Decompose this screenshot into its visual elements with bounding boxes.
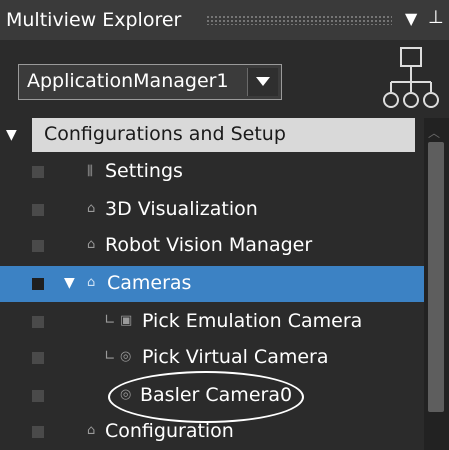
- window-title: Multiview Explorer: [6, 9, 182, 31]
- tree-branch-icon: ∟: [104, 312, 116, 328]
- tree-item-label: Settings: [105, 160, 183, 182]
- tree-item-label: 3D Visualization: [105, 198, 258, 220]
- dropdown-arrow-icon[interactable]: ▼: [405, 9, 417, 28]
- tree-item-pick-virtual-camera[interactable]: ∟ ◎ Pick Virtual Camera: [0, 340, 424, 376]
- tree-header-configurations[interactable]: Configurations and Setup: [32, 118, 415, 152]
- tree-item-label: Robot Vision Manager: [105, 234, 313, 256]
- pin-icon[interactable]: ⊥: [428, 7, 444, 28]
- row-marker: [32, 426, 44, 438]
- tree-item-label: Cameras: [107, 272, 192, 294]
- tree-item-label: Configuration: [105, 420, 234, 442]
- row-marker: [32, 204, 44, 216]
- application-manager-value: ApplicationManager1: [27, 70, 229, 92]
- expand-arrow-icon[interactable]: ▼: [64, 275, 75, 291]
- scrollbar-thumb[interactable]: [428, 142, 444, 412]
- row-marker: [32, 352, 44, 364]
- virtual-camera-icon: ◎: [120, 387, 132, 402]
- folder-icon: ⌂: [87, 423, 96, 438]
- collapse-arrow-icon[interactable]: ▼: [6, 127, 17, 143]
- row-marker: [32, 390, 44, 402]
- tree-item-cameras[interactable]: ▼ ⌂ Cameras: [0, 266, 424, 302]
- select-dropdown-button[interactable]: [247, 68, 278, 96]
- camera-image-icon: ▣: [120, 313, 133, 328]
- folder-icon: ⌂: [87, 201, 96, 216]
- tree-item-label: Basler Camera0: [140, 384, 293, 406]
- title-grip[interactable]: [206, 15, 392, 25]
- scroll-up-icon[interactable]: ︿: [428, 124, 440, 141]
- hierarchy-view-icon[interactable]: [381, 46, 441, 114]
- folder-icon: ⌂: [87, 275, 96, 290]
- tree-item-pick-emulation-camera[interactable]: ∟ ▣ Pick Emulation Camera: [0, 304, 424, 340]
- tree-item-configuration[interactable]: ⌂ Configuration: [0, 414, 424, 450]
- chevron-down-icon: [256, 77, 270, 86]
- row-marker: [32, 166, 44, 178]
- tree-branch-icon: ∟: [104, 348, 116, 364]
- sliders-icon: ⫼: [87, 164, 93, 179]
- row-marker: [32, 316, 44, 328]
- tree-item-settings[interactable]: ⫼ Settings: [0, 154, 424, 190]
- tree-item-robot-vision-manager[interactable]: ⌂ Robot Vision Manager: [0, 228, 424, 264]
- virtual-camera-icon: ◎: [120, 349, 132, 364]
- folder-icon: ⌂: [87, 237, 96, 252]
- row-marker: [32, 240, 44, 252]
- tree-item-label: Pick Virtual Camera: [142, 346, 329, 368]
- row-marker: [32, 278, 44, 290]
- tree-item-3d-visualization[interactable]: ⌂ 3D Visualization: [0, 192, 424, 228]
- tree-item-basler-camera0[interactable]: ◎ Basler Camera0: [0, 378, 424, 414]
- application-manager-select[interactable]: ApplicationManager1: [18, 64, 282, 100]
- tree-item-label: Pick Emulation Camera: [142, 310, 363, 332]
- tree-header-label: Configurations and Setup: [44, 123, 286, 145]
